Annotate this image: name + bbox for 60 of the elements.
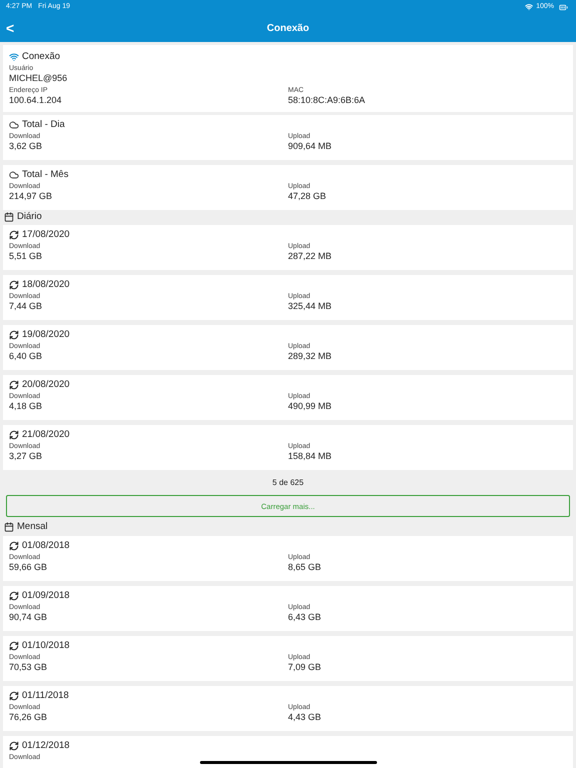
section-title: Mensal (17, 520, 48, 534)
sync-icon (9, 591, 19, 602)
card-title: 01/08/2018 (22, 540, 70, 552)
field-value: MICHEL@956 (9, 73, 68, 84)
field-value: 909,64 MB (288, 141, 333, 152)
field-value: 59,66 GB (9, 562, 48, 574)
field-value: 4,43 GB (288, 712, 322, 724)
sync-icon (9, 741, 19, 752)
field-value: 158,84 MB (288, 451, 333, 462)
sync-icon (9, 280, 19, 290)
page-title: Conexão (266, 22, 310, 36)
field-value: 47,28 GB (288, 191, 328, 202)
card-title: Conexão (22, 51, 60, 63)
field-value: 5,51 GB (9, 251, 44, 262)
field-value: 289,32 MB (288, 351, 333, 362)
field-value: 3,62 GB (9, 141, 44, 152)
card-title: 01/12/2018 (22, 740, 70, 752)
sync-icon (9, 641, 19, 652)
field-value: 100.64.1.204 (9, 95, 63, 106)
sync-icon (9, 430, 19, 440)
field-value: 70,53 GB (9, 662, 48, 674)
field-value: 7,44 GB (9, 301, 44, 312)
card-title: 21/08/2020 (22, 429, 70, 442)
field-value: 287,22 MB (288, 251, 333, 262)
field-value: 6,40 GB (9, 351, 44, 362)
field-value: 6,43 GB (288, 612, 322, 624)
sync-icon (9, 541, 19, 552)
field-value: 58:10:8C:A9:6B:6A (288, 95, 366, 106)
sync-icon (9, 330, 19, 340)
field-value: 490,99 MB (288, 401, 333, 412)
battery-icon (557, 2, 570, 12)
card-title: 20/08/2020 (22, 379, 70, 392)
page-count: 5 de 625 (272, 477, 304, 490)
field-value: 90,74 GB (9, 612, 48, 624)
cloud-icon (9, 120, 19, 130)
back-button[interactable]: < (4, 21, 16, 35)
field-value: 4,18 GB (9, 401, 44, 412)
card-title: 18/08/2020 (22, 279, 70, 292)
card-title: 19/08/2020 (22, 329, 70, 342)
card-title: 01/09/2018 (22, 590, 70, 602)
card-title: Total - Mês (22, 169, 68, 181)
card-title: 01/11/2018 (22, 690, 69, 702)
section-title: Diário (17, 210, 42, 224)
calendar-icon (4, 212, 14, 222)
field-value: 325,44 MB (288, 301, 333, 312)
card-title: 17/08/2020 (22, 229, 70, 242)
field-value: 76,26 GB (9, 712, 48, 724)
wifi-icon (9, 52, 19, 62)
field-value: 8,65 GB (288, 562, 322, 574)
field-value: 3,27 GB (9, 451, 44, 462)
sync-icon (9, 691, 19, 702)
card-title: 01/10/2018 (22, 640, 70, 652)
field-value: 214,97 GB (9, 191, 54, 202)
calendar-icon (4, 522, 14, 532)
field-value: 7,09 GB (288, 662, 322, 674)
sync-icon (9, 380, 19, 390)
wifi-icon (525, 3, 534, 11)
card-title: Total - Dia (22, 119, 65, 131)
sync-icon (9, 230, 19, 240)
cloud-icon (9, 170, 19, 180)
